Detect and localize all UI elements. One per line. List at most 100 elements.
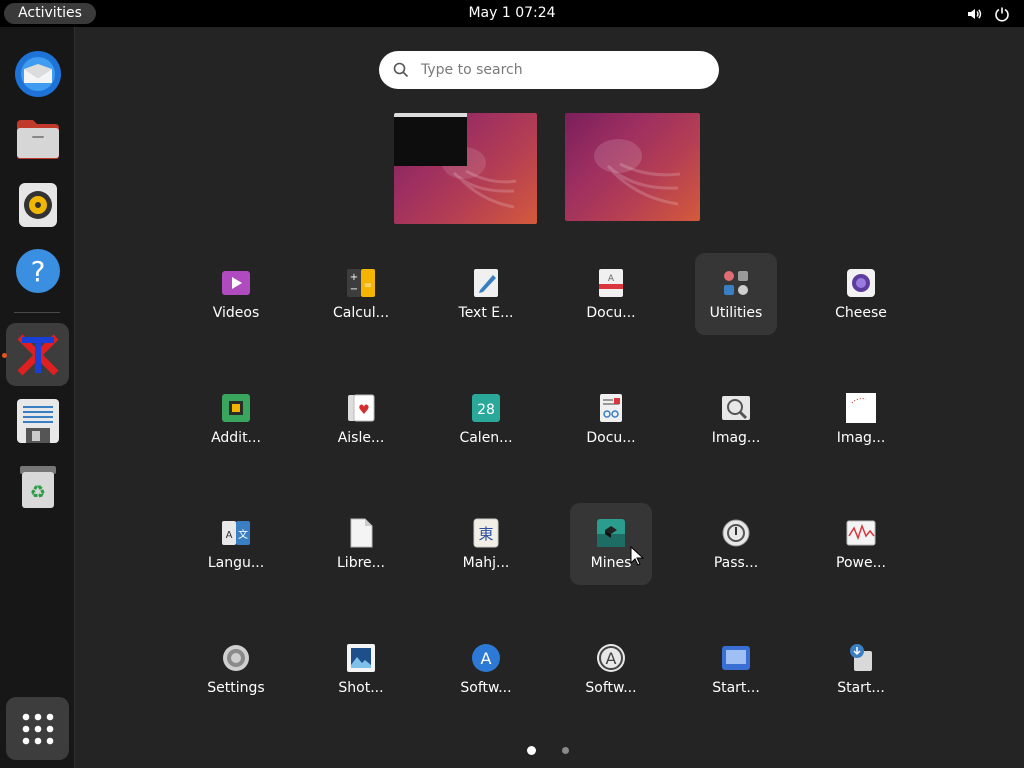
document-viewer-icon: A bbox=[599, 269, 623, 297]
xterm-icon bbox=[17, 334, 58, 375]
app-label: Addit... bbox=[211, 430, 261, 446]
mouse-cursor bbox=[630, 546, 644, 566]
app-mahjongg[interactable]: 東 Mahj... bbox=[445, 503, 527, 585]
app-label: Calen... bbox=[459, 430, 513, 446]
app-label: Cheese bbox=[835, 305, 887, 321]
app-startup-applications[interactable]: Start... bbox=[820, 628, 902, 710]
app-software-updater[interactable]: A Softw... bbox=[570, 628, 652, 710]
dock-help[interactable]: ? bbox=[6, 239, 69, 302]
wallpaper-jellyfish bbox=[594, 139, 681, 206]
app-videos[interactable]: Videos bbox=[195, 253, 277, 335]
clock: May 1 07:24 bbox=[0, 0, 1024, 27]
text-editor-icon bbox=[474, 269, 498, 297]
app-label: Docu... bbox=[586, 305, 636, 321]
app-passwords[interactable]: Pass... bbox=[695, 503, 777, 585]
image-magick-icon bbox=[846, 393, 876, 423]
app-label: Langu... bbox=[207, 555, 265, 571]
app-label: Mahj... bbox=[462, 555, 510, 571]
show-apps-button[interactable] bbox=[6, 697, 69, 760]
dock-files[interactable] bbox=[6, 107, 69, 170]
app-settings[interactable]: Settings bbox=[195, 628, 277, 710]
app-utilities-folder[interactable]: Utilities bbox=[695, 253, 777, 335]
svg-text:A: A bbox=[226, 530, 233, 541]
page-indicator-2[interactable] bbox=[562, 747, 569, 754]
utilities-folder-icon bbox=[724, 271, 748, 295]
svg-text:A: A bbox=[608, 274, 615, 284]
app-document-viewer[interactable]: A Docu... bbox=[570, 253, 652, 335]
app-label: Softw... bbox=[585, 680, 637, 696]
startup-applications-icon bbox=[850, 644, 872, 671]
app-libreoffice[interactable]: Libre... bbox=[320, 503, 402, 585]
app-document-scanner[interactable]: Docu... bbox=[570, 378, 652, 460]
search-icon bbox=[393, 62, 409, 78]
apps-grid-icon bbox=[22, 713, 53, 744]
svg-text:♥: ♥ bbox=[358, 403, 370, 418]
files-icon bbox=[16, 119, 59, 159]
app-label: Utilities bbox=[709, 305, 763, 321]
terminal-window-thumbnail[interactable] bbox=[394, 113, 467, 166]
app-software[interactable]: A Softw... bbox=[445, 628, 527, 710]
dock-trash[interactable]: ♻ bbox=[6, 455, 69, 518]
svg-text:?: ? bbox=[30, 255, 45, 288]
app-power-statistics[interactable]: Powe... bbox=[820, 503, 902, 585]
settings-icon bbox=[223, 645, 249, 671]
trash-icon: ♻ bbox=[19, 465, 56, 508]
svg-text:文: 文 bbox=[238, 528, 248, 541]
app-aisleriot[interactable]: ♥ Aisle... bbox=[320, 378, 402, 460]
cheese-icon bbox=[847, 269, 875, 297]
app-label: Aisle... bbox=[337, 430, 385, 446]
app-label: Mines bbox=[590, 555, 632, 571]
calendar-day-text: 28 bbox=[477, 402, 495, 418]
libreoffice-icon bbox=[350, 518, 373, 548]
app-additional-drivers[interactable]: Addit... bbox=[195, 378, 277, 460]
thunderbird-icon bbox=[14, 50, 61, 97]
system-tray[interactable] bbox=[966, 4, 1010, 24]
volume-icon[interactable] bbox=[966, 6, 982, 22]
search-placeholder: Type to search bbox=[421, 62, 523, 78]
dock-text-editor[interactable] bbox=[6, 389, 69, 452]
app-calendar[interactable]: 28 Calen... bbox=[445, 378, 527, 460]
workspace-thumbnail-1[interactable] bbox=[394, 113, 537, 224]
app-mines[interactable]: Mines bbox=[570, 503, 652, 585]
app-calculator[interactable]: + − = Calcul... bbox=[320, 253, 402, 335]
app-label: Settings bbox=[207, 680, 265, 696]
dock-rhythmbox[interactable] bbox=[6, 173, 69, 236]
activities-button[interactable]: Activities bbox=[4, 3, 96, 24]
app-startup-disk[interactable]: Start... bbox=[695, 628, 777, 710]
calendar-icon: 28 bbox=[472, 394, 500, 422]
app-cheese[interactable]: Cheese bbox=[820, 253, 902, 335]
workspace-thumbnail-2[interactable] bbox=[565, 113, 700, 221]
app-image-viewer[interactable]: Imag... bbox=[695, 378, 777, 460]
clock-label[interactable]: May 1 07:24 bbox=[468, 5, 555, 21]
app-image-magick[interactable]: Imag... bbox=[820, 378, 902, 460]
app-label: Softw... bbox=[460, 680, 512, 696]
image-viewer-icon bbox=[722, 396, 750, 420]
mahjongg-glyph: 東 bbox=[478, 525, 493, 543]
passwords-icon bbox=[722, 519, 750, 547]
dock-xterm[interactable] bbox=[6, 323, 69, 386]
power-icon[interactable] bbox=[994, 6, 1010, 22]
app-label: Pass... bbox=[713, 555, 759, 571]
app-label: Text E... bbox=[458, 305, 514, 321]
app-label: Start... bbox=[712, 680, 760, 696]
app-shotwell[interactable]: Shot... bbox=[320, 628, 402, 710]
startup-disk-icon bbox=[722, 646, 750, 670]
app-label: Docu... bbox=[586, 430, 636, 446]
dock-separator bbox=[14, 312, 60, 313]
app-text-editor[interactable]: Text E... bbox=[445, 253, 527, 335]
dock-thunderbird[interactable] bbox=[6, 42, 69, 105]
svg-text:A: A bbox=[481, 649, 492, 668]
search-field[interactable]: Type to search bbox=[379, 51, 719, 89]
app-label: Videos bbox=[212, 305, 260, 321]
svg-text:=: = bbox=[364, 280, 372, 291]
videos-icon bbox=[222, 271, 250, 295]
rhythmbox-icon bbox=[18, 182, 57, 227]
app-language-support[interactable]: A文 Langu... bbox=[195, 503, 277, 585]
software-icon: A bbox=[472, 644, 500, 672]
app-label: Shot... bbox=[338, 680, 384, 696]
page-indicator-1[interactable] bbox=[527, 746, 536, 755]
top-bar: Activities May 1 07:24 bbox=[0, 0, 1024, 27]
running-indicator bbox=[2, 353, 7, 358]
text-editor-icon bbox=[16, 398, 59, 443]
mines-icon bbox=[597, 519, 625, 547]
